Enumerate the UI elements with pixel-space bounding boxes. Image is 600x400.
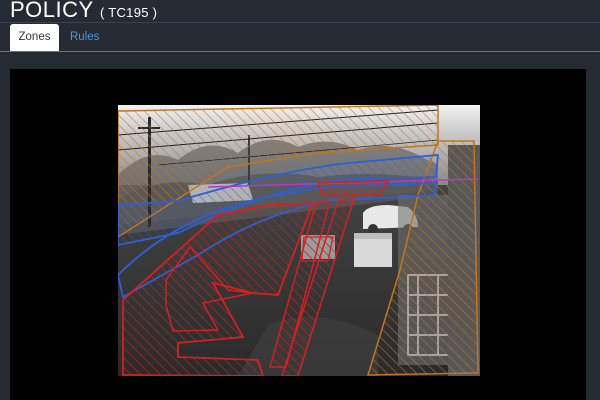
tab-zones[interactable]: Zones xyxy=(10,24,59,51)
tab-bar: Zones Rules xyxy=(0,23,600,52)
zone-canvas[interactable] xyxy=(118,105,480,376)
zone-red-far[interactable] xyxy=(316,180,390,196)
page-title-text: POLICY xyxy=(10,0,94,22)
camera-view[interactable] xyxy=(118,105,480,376)
camera-id: ( TC195 ) xyxy=(99,5,158,20)
tab-rules[interactable]: Rules xyxy=(60,24,109,51)
page-header: POLICY ( TC195 ) xyxy=(0,0,600,24)
page-title: POLICY ( TC195 ) xyxy=(10,0,157,23)
zone-red-blocks[interactable] xyxy=(301,236,334,262)
